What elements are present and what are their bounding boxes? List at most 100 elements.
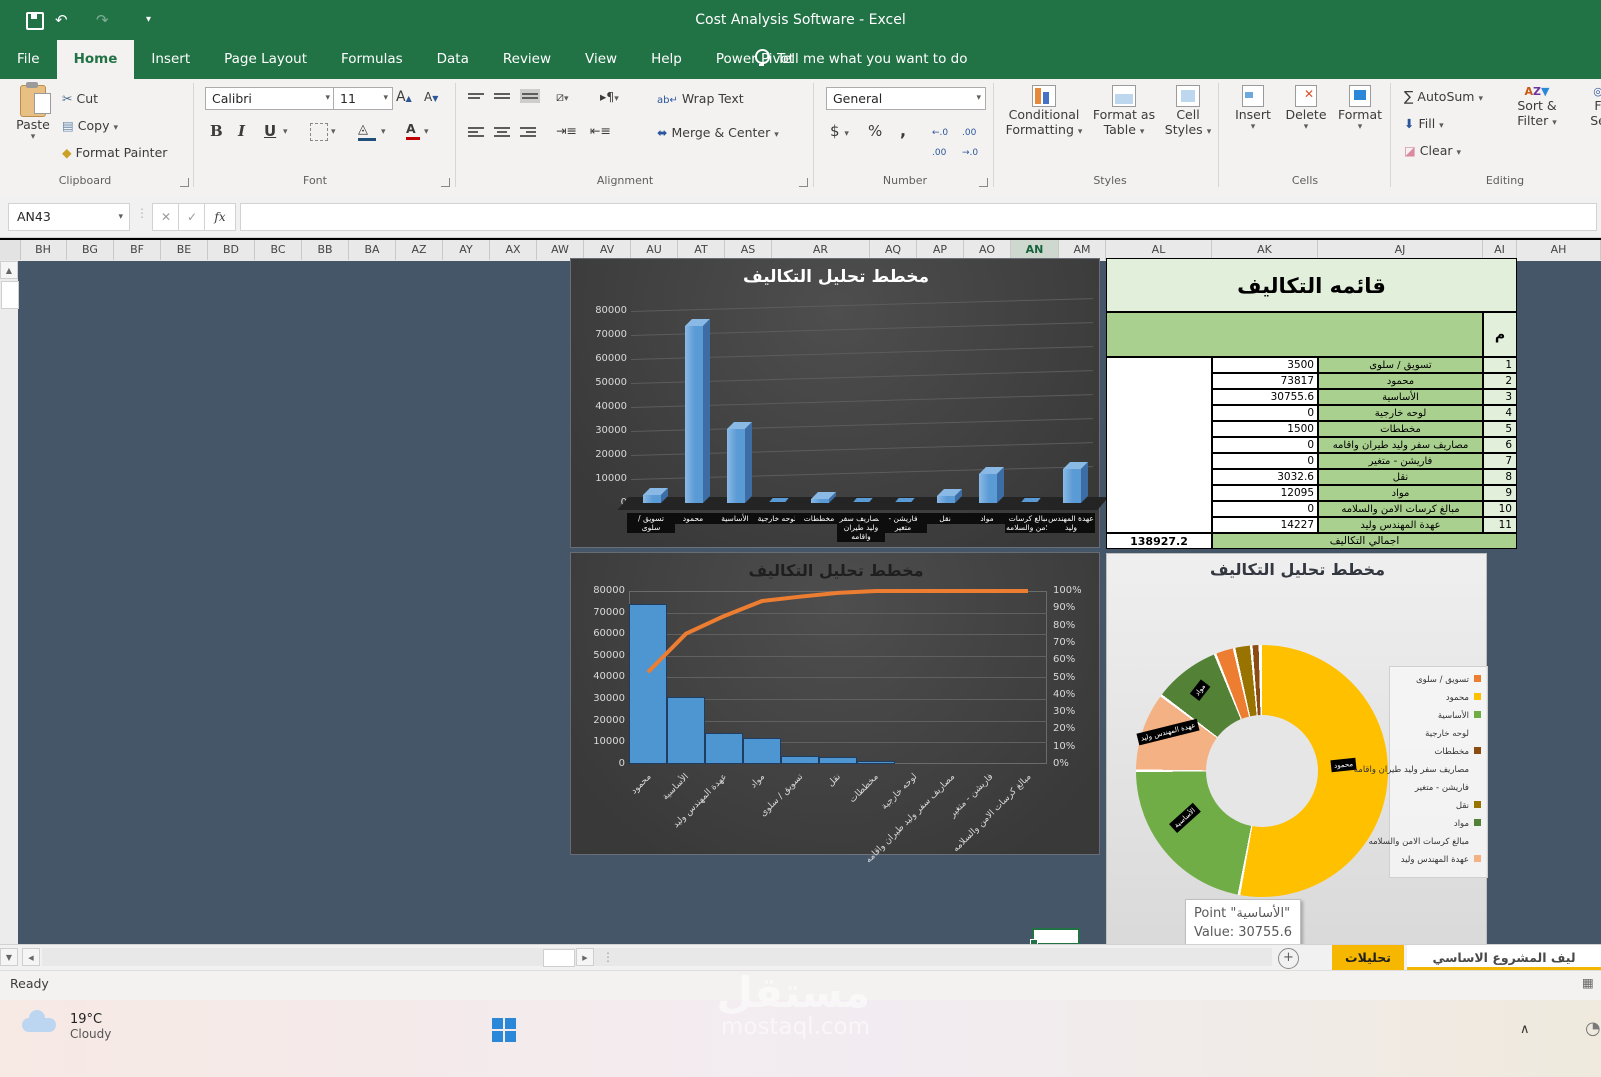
hscroll-right-icon[interactable]: ▶	[576, 948, 594, 966]
paste-button[interactable]: Paste ▾	[10, 82, 56, 142]
table-value-cell[interactable]: 3032.6	[1212, 469, 1318, 485]
column-header-at[interactable]: AT	[678, 240, 725, 260]
fill-button[interactable]: ⬇ Fill ▾	[1404, 114, 1444, 136]
column-header-ba[interactable]: BA	[349, 240, 396, 260]
active-cell[interactable]	[1030, 928, 1080, 947]
cut-button[interactable]: ✂ Cut	[62, 89, 98, 109]
column-header-bh[interactable]: BH	[20, 240, 67, 260]
font-color-button[interactable]: A	[406, 119, 420, 140]
table-name-cell[interactable]: الأساسية	[1318, 389, 1483, 405]
ribbon-tab-home[interactable]: Home	[56, 40, 135, 79]
table-name-cell[interactable]: مخططات	[1318, 421, 1483, 437]
table-name-cell[interactable]: فاريشن - متغير	[1318, 453, 1483, 469]
table-value-cell[interactable]: 0	[1212, 453, 1318, 469]
pareto-chart[interactable]: مخطط تحليل التكاليف 0 10000 20000 30000 40000…	[570, 552, 1100, 865]
copy-button[interactable]: ▤ Copy ▾	[62, 116, 118, 138]
undo-icon[interactable]: ↶	[55, 8, 68, 32]
font-color-caret-icon[interactable]: ▾	[424, 127, 429, 137]
table-index-cell[interactable]: 10	[1483, 501, 1517, 517]
column-header-an[interactable]: AN	[1011, 240, 1059, 260]
bar-chart-3d[interactable]: مخطط تحليل التكاليف010000200003000040000…	[570, 258, 1109, 548]
borders-icon[interactable]	[310, 123, 328, 141]
decrease-decimal-button[interactable]: .00 →.0	[962, 123, 978, 163]
table-value-cell[interactable]: 3500	[1212, 357, 1318, 373]
table-total-value[interactable]: 138927.2	[1106, 533, 1212, 549]
customize-qat-icon[interactable]: ▾	[146, 8, 151, 32]
table-name-cell[interactable]: تسويق / سلوى	[1318, 357, 1483, 373]
table-value-cell[interactable]: 30755.6	[1212, 389, 1318, 405]
increase-decimal-button[interactable]: ←.0.00	[932, 123, 948, 163]
vertical-scrollbar[interactable]: ▲	[0, 261, 19, 944]
sheet-tab-main-active[interactable]: ليف المشروع الاساسي	[1407, 945, 1601, 970]
table-value-cell[interactable]: 0	[1212, 437, 1318, 453]
format-as-table-button[interactable]: Format as Table ▾	[1090, 85, 1158, 137]
ribbon-tab-view[interactable]: View	[568, 40, 634, 79]
ribbon-tab-page-layout[interactable]: Page Layout	[207, 40, 324, 79]
wrap-text-button[interactable]: ab↵ Wrap Text	[657, 89, 744, 111]
name-box[interactable]: AN43 ▾	[8, 203, 130, 231]
table-header-num[interactable]: م	[1483, 312, 1517, 357]
column-header-bg[interactable]: BG	[67, 240, 114, 260]
table-index-cell[interactable]: 11	[1483, 517, 1517, 533]
clear-button[interactable]: ◪ Clear ▾	[1404, 141, 1461, 163]
horizontal-scroll-thumb[interactable]	[543, 949, 575, 967]
table-name-cell[interactable]: مبالغ كرسات الامن والسلامه	[1318, 501, 1483, 517]
fill-color-caret-icon[interactable]: ▾	[381, 127, 386, 137]
new-sheet-button[interactable]: +	[1278, 948, 1299, 969]
fill-color-button[interactable]: ◬	[358, 119, 376, 141]
italic-button[interactable]: I	[238, 121, 245, 141]
merge-center-button[interactable]: ⬌ Merge & Center ▾	[657, 123, 779, 145]
taskbar-chevron-up-icon[interactable]: ∧	[1520, 1022, 1530, 1037]
column-header-ai[interactable]: AI	[1483, 240, 1517, 260]
column-header-ah[interactable]: AH	[1517, 240, 1601, 260]
table-name-cell[interactable]: نقل	[1318, 469, 1483, 485]
delete-cells-button[interactable]: ✕ Delete ▾	[1280, 85, 1332, 132]
table-index-cell[interactable]: 7	[1483, 453, 1517, 469]
conditional-formatting-button[interactable]: Conditional Formatting ▾	[1003, 85, 1085, 137]
column-header-av[interactable]: AV	[584, 240, 631, 260]
ribbon-tab-data[interactable]: Data	[420, 40, 486, 79]
table-value-cell[interactable]: 14227	[1212, 517, 1318, 533]
ribbon-tab-review[interactable]: Review	[486, 40, 568, 79]
table-value-cell[interactable]: 12095	[1212, 485, 1318, 501]
underline-caret-icon[interactable]: ▾	[283, 127, 288, 137]
table-header-blank[interactable]	[1106, 312, 1483, 357]
table-empty-column[interactable]	[1106, 357, 1212, 533]
ribbon-tab-help[interactable]: Help	[634, 40, 699, 79]
column-header-aj[interactable]: AJ	[1318, 240, 1483, 260]
vertical-scroll-thumb[interactable]	[1, 281, 19, 309]
font-dialog-launcher[interactable]	[441, 178, 450, 187]
font-size-combo[interactable]: 11 ▾	[333, 87, 393, 110]
column-header-bd[interactable]: BD	[208, 240, 255, 260]
bold-button[interactable]: B	[210, 121, 223, 141]
accounting-format-button[interactable]: $ ▾	[830, 121, 849, 144]
table-index-cell[interactable]: 8	[1483, 469, 1517, 485]
name-box-caret-icon[interactable]: ▾	[118, 204, 123, 230]
sort-filter-button[interactable]: AZ▼ Sort & Filter ▾	[1506, 85, 1568, 128]
ribbon-tab-file[interactable]: File	[0, 40, 57, 79]
formula-bar-grip-icon[interactable]: ⋮	[136, 206, 148, 220]
redo-icon[interactable]: ↷	[96, 8, 109, 32]
font-name-combo[interactable]: Calibri ▾	[205, 87, 335, 110]
sheet-area[interactable]: ▲ مخطط تحليل التكاليف0100002000030000400…	[0, 258, 1601, 955]
table-value-cell[interactable]: 0	[1212, 405, 1318, 421]
column-header-aw[interactable]: AW	[537, 240, 584, 260]
column-header-am[interactable]: AM	[1059, 240, 1106, 260]
column-header-ao[interactable]: AO	[964, 240, 1011, 260]
cancel-button[interactable]: ✕	[152, 203, 180, 231]
column-header-aq[interactable]: AQ	[870, 240, 917, 260]
alignment-dialog-launcher[interactable]	[799, 178, 808, 187]
table-index-cell[interactable]: 4	[1483, 405, 1517, 421]
orientation-button[interactable]: ⧄▾	[556, 87, 568, 109]
column-header-bc[interactable]: BC	[255, 240, 302, 260]
table-index-cell[interactable]: 6	[1483, 437, 1517, 453]
clipboard-dialog-launcher[interactable]	[180, 178, 189, 187]
table-index-cell[interactable]: 3	[1483, 389, 1517, 405]
table-name-cell[interactable]: محمود	[1318, 373, 1483, 389]
table-title[interactable]: قائمه التكاليف	[1106, 258, 1517, 312]
find-select-button-clipped[interactable]: ◎ FSe	[1578, 85, 1601, 128]
column-header-au[interactable]: AU	[631, 240, 678, 260]
column-header-ax[interactable]: AX	[490, 240, 537, 260]
column-header-bf[interactable]: BF	[114, 240, 161, 260]
start-button[interactable]	[488, 1014, 522, 1048]
